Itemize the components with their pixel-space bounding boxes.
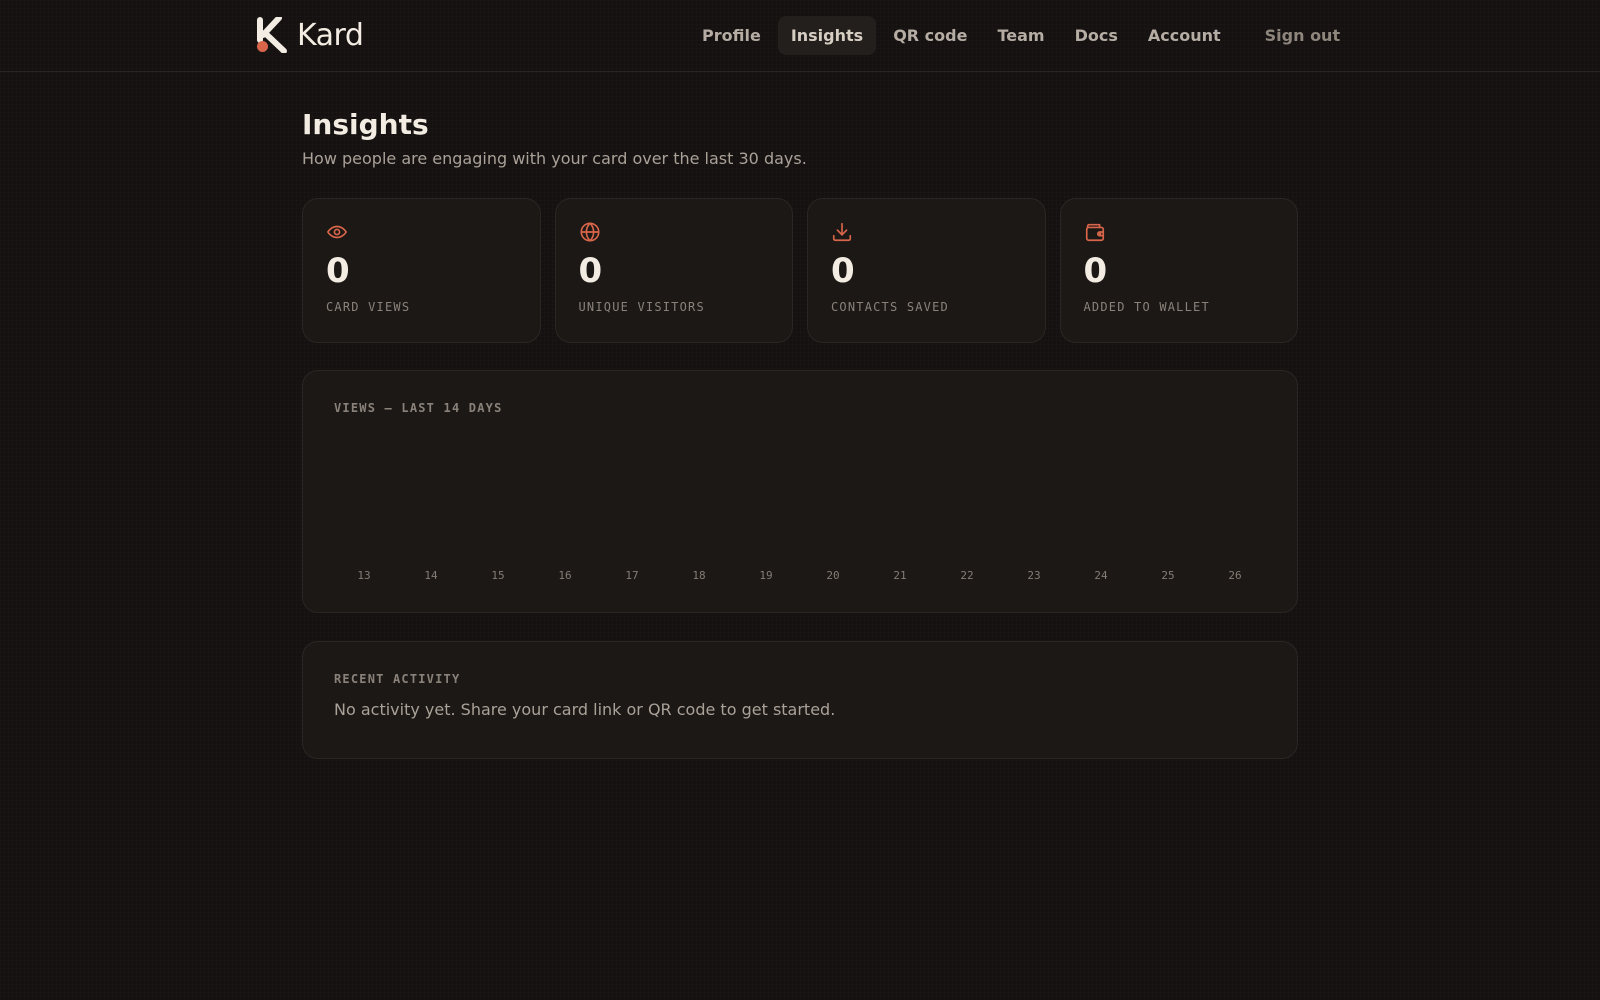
chart-x-tick-label: 25 — [1161, 569, 1174, 582]
stat-label: CARD VIEWS — [326, 300, 411, 315]
insights-main: Insights How people are engaging with yo… — [302, 108, 1298, 759]
chart-x-tick-label: 14 — [424, 569, 438, 582]
nav-account[interactable]: Account — [1135, 16, 1234, 55]
chart-x-tick-label: 16 — [558, 569, 571, 582]
stat-card-added-to-wallet: 0 ADDED TO WALLET — [1059, 198, 1298, 343]
views-chart: 13 14 15 16 17 18 19 20 21 22 23 24 25 26 — [334, 429, 1266, 587]
page-subtitle: How people are engaging with your card o… — [302, 149, 807, 168]
main-nav: Profile Insights QR code Team Docs Accou… — [689, 16, 1353, 55]
chart-title: VIEWS — LAST 14 DAYS — [334, 401, 503, 415]
stat-label: ADDED TO WALLET — [1083, 300, 1210, 315]
chart-x-tick-label: 22 — [960, 569, 973, 582]
globe-icon — [579, 222, 600, 242]
chart-x-tick-label: 21 — [893, 569, 906, 582]
stat-label: CONTACTS SAVED — [831, 300, 949, 315]
brand-logo[interactable]: Kard — [257, 17, 364, 53]
stat-card-contacts-saved: 0 CONTACTS SAVED — [807, 198, 1046, 343]
wallet-icon — [1085, 223, 1104, 242]
page-title: Insights — [302, 108, 429, 141]
nav-insights[interactable]: Insights — [777, 16, 877, 55]
chart-x-tick-label: 15 — [491, 569, 504, 582]
stat-value: 0 — [326, 251, 350, 291]
sign-out-button[interactable]: Sign out — [1252, 16, 1353, 55]
nav-docs[interactable]: Docs — [1062, 16, 1131, 55]
views-chart-panel: VIEWS — LAST 14 DAYS 13 14 15 16 17 18 19 20 21 2… — [302, 370, 1298, 613]
stat-card-unique-visitors: 0 UNIQUE VISITORS — [554, 198, 793, 343]
nav-team[interactable]: Team — [984, 16, 1057, 55]
views-chart-svg: 13 14 15 16 17 18 19 20 21 22 23 24 25 26 — [357, 569, 1241, 582]
download-icon — [832, 222, 852, 242]
stat-value: 0 — [1083, 251, 1108, 291]
chart-x-tick-label: 13 — [357, 569, 370, 582]
chart-x-tick-label: 26 — [1228, 569, 1241, 582]
activity-empty-message: No activity yet. Share your card link or… — [334, 700, 836, 719]
recent-activity-title: RECENT ACTIVITY — [334, 672, 461, 686]
top-navbar: Kard Profile Insights QR code Team Docs … — [0, 0, 1600, 72]
chart-x-tick-label: 18 — [692, 569, 705, 582]
chart-x-tick-label: 24 — [1094, 569, 1108, 582]
recent-activity-panel: RECENT ACTIVITY No activity yet. Share y… — [302, 641, 1298, 759]
stat-card-card-views: 0 CARD VIEWS — [302, 198, 541, 343]
stat-label: UNIQUE VISITORS — [578, 300, 705, 315]
chart-x-tick-label: 20 — [826, 569, 839, 582]
eye-icon — [327, 225, 347, 239]
brand-name: Kard — [297, 17, 364, 53]
chart-x-tick-label: 23 — [1027, 569, 1040, 582]
kard-logo-icon — [257, 17, 287, 53]
chart-x-tick-label: 17 — [625, 569, 638, 582]
nav-profile[interactable]: Profile — [689, 16, 774, 55]
stat-value: 0 — [831, 251, 855, 291]
stats-row: 0 CARD VIEWS 0 UNIQUE VISITORS 0 CONTACT… — [302, 198, 1298, 343]
nav-qr-code[interactable]: QR code — [880, 16, 980, 55]
chart-x-tick-label: 19 — [759, 569, 772, 582]
stat-value: 0 — [578, 251, 603, 291]
